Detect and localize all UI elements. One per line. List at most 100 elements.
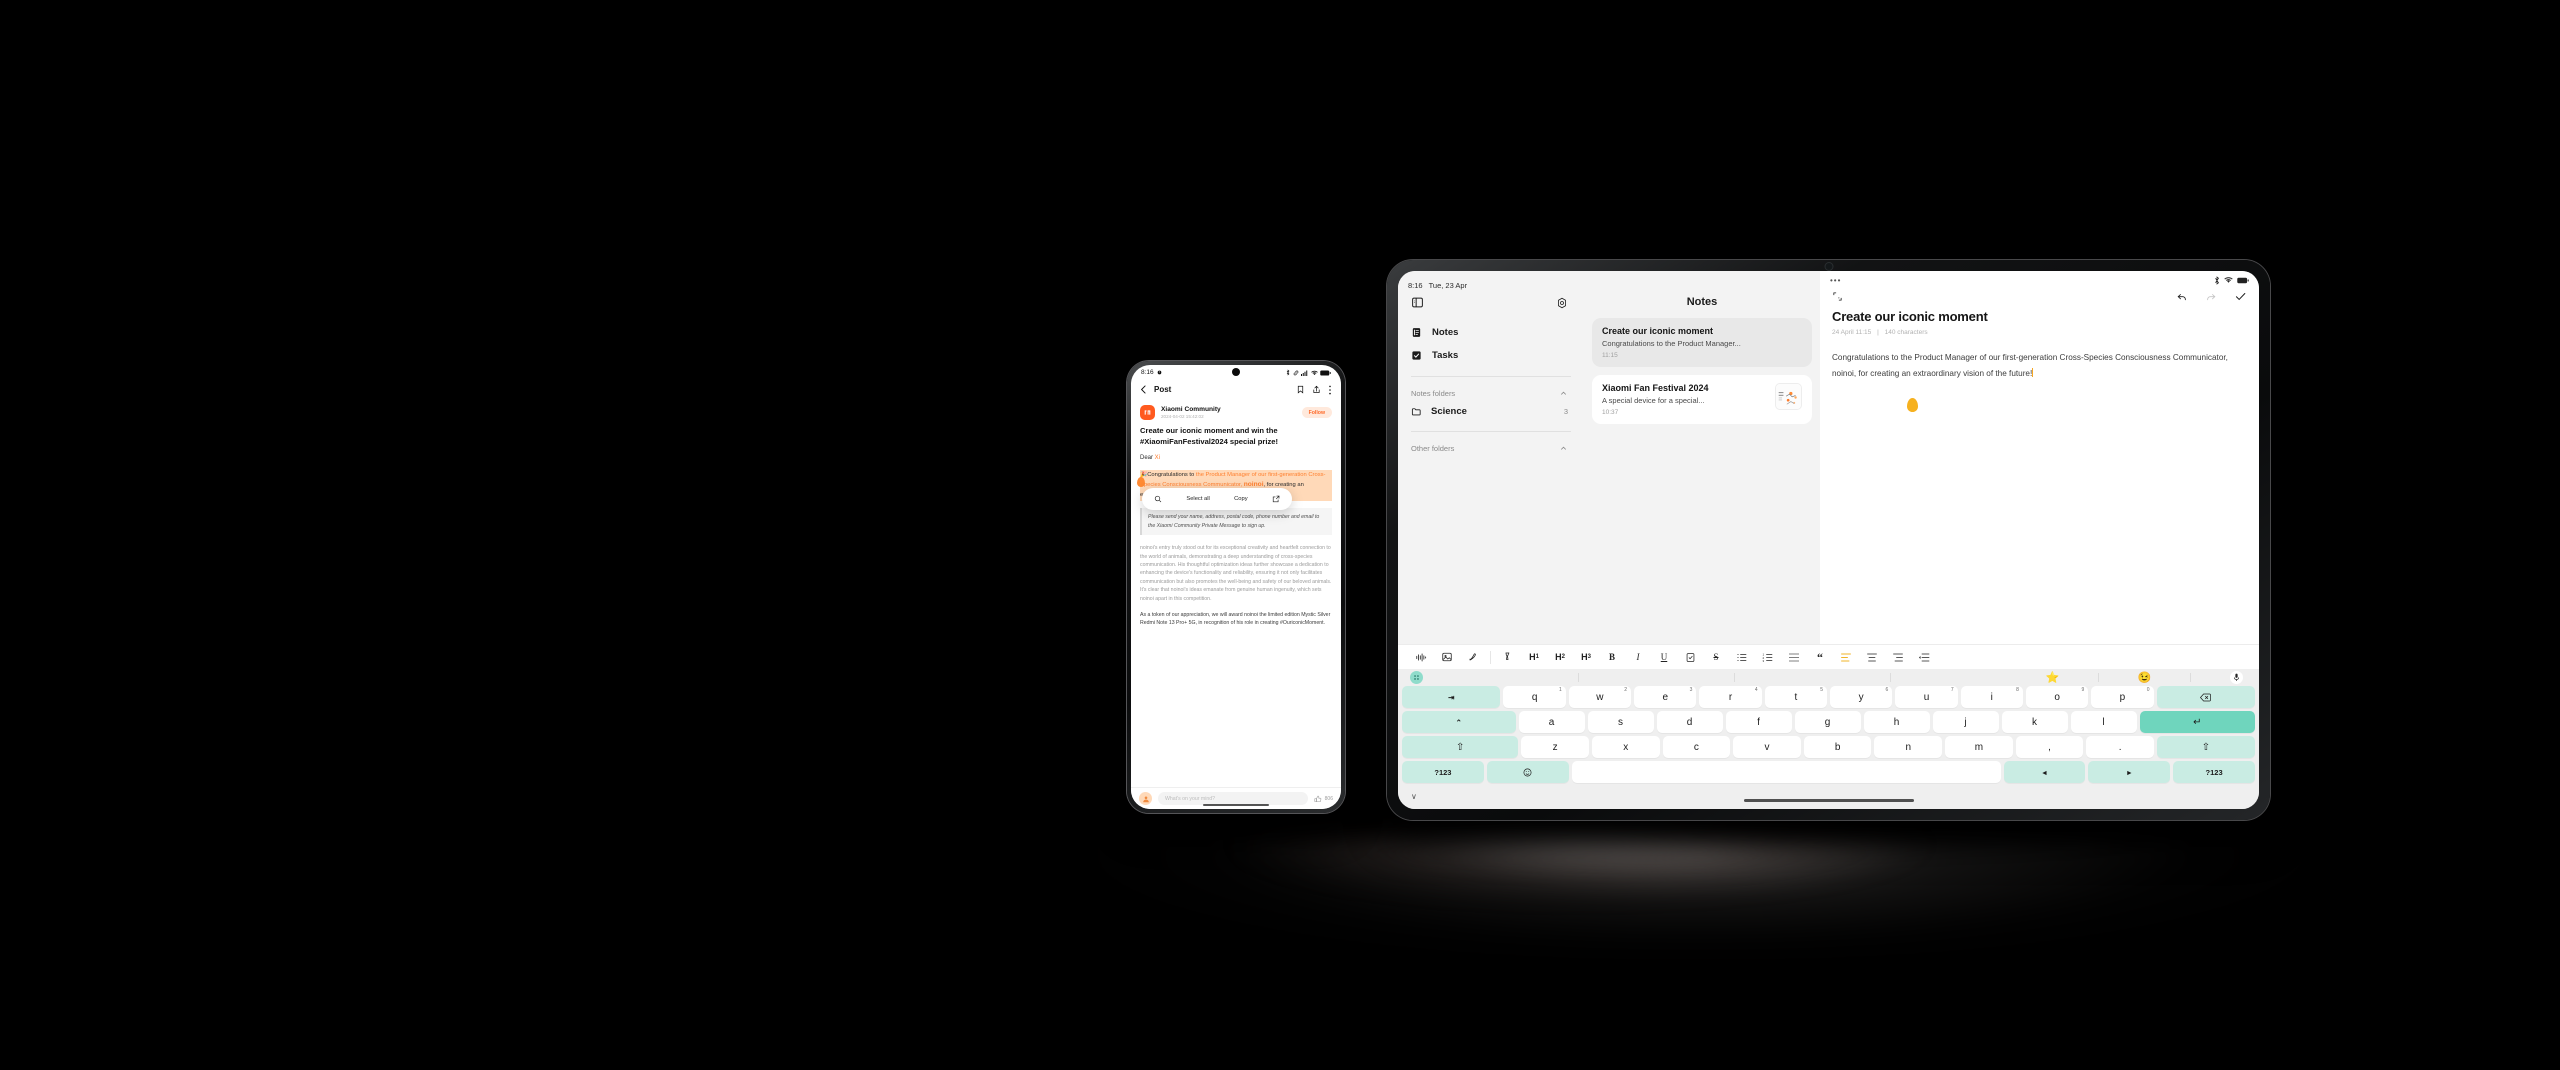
align-right-icon[interactable] [1885,652,1911,663]
note-body-text-wrapper[interactable]: Congratulations to the Product Manager o… [1832,350,2247,412]
heading-1-icon[interactable]: H1 [1521,652,1547,662]
caps-key[interactable]: ⌃ [1402,711,1516,733]
like-count: 806 [1324,795,1333,802]
bullet-list-icon[interactable] [1729,652,1755,663]
tab-key[interactable]: ⇥ [1402,686,1501,708]
image-icon[interactable] [1434,651,1460,663]
cursor-right-key[interactable]: ▸ [2088,761,2171,783]
sidebar-folder-science[interactable]: Science 3 [1398,401,1584,422]
heading-3-icon[interactable]: H3 [1573,652,1599,662]
key-e[interactable]: e3 [1634,686,1697,708]
key-comma[interactable]: , [2015,736,2084,758]
underline-icon[interactable]: U [1651,652,1677,662]
cursor-left-key[interactable]: ◂ [2003,761,2086,783]
key-j[interactable]: j [1932,711,1999,733]
key-period[interactable]: . [2086,736,2154,758]
key-w[interactable]: w2 [1568,686,1632,708]
undo-icon[interactable] [2176,291,2188,303]
selection-handle-start[interactable] [1137,476,1145,487]
bookmark-icon[interactable] [1296,385,1305,394]
follow-button[interactable]: Follow [1301,407,1332,418]
key-b[interactable]: b [1803,736,1872,758]
copy-button[interactable]: Copy [1234,496,1248,502]
emoji-smiley-icon[interactable]: 😉 [2138,671,2152,684]
chevron-up-icon[interactable] [1559,389,1568,398]
key-a[interactable]: a [1518,711,1585,733]
key-o[interactable]: o9 [2025,686,2089,708]
gear-icon[interactable] [1556,297,1568,309]
sidebar-group-other-folders[interactable]: Other folders [1398,441,1584,456]
key-n[interactable]: n [1874,736,1943,758]
symbols-right-key[interactable]: ?123 [2173,761,2256,783]
more-vertical-icon[interactable] [1328,385,1332,395]
share-icon[interactable] [1312,385,1321,394]
strikethrough-icon[interactable]: S [1703,652,1729,662]
expand-icon[interactable] [1832,291,1843,302]
back-chevron-icon[interactable] [1140,385,1147,394]
key-z[interactable]: z [1521,736,1589,758]
key-i[interactable]: i8 [1960,686,2023,708]
share-external-icon[interactable] [1272,495,1280,503]
key-h[interactable]: h [1863,711,1930,733]
scribble-icon[interactable] [1460,651,1486,663]
panel-toggle-icon[interactable] [1411,296,1424,309]
overflow-dots-icon[interactable]: ••• [1830,276,1841,285]
emoji-key[interactable] [1486,761,1569,783]
search-icon[interactable] [1154,495,1162,503]
key-p[interactable]: p0 [2091,686,2154,708]
tablet-home-indicator[interactable] [1743,799,1914,802]
star-icon[interactable]: ⭐ [2046,671,2060,684]
redo-icon[interactable] [2205,291,2217,303]
key-v[interactable]: v [1733,736,1801,758]
align-center-icon[interactable] [1859,652,1885,663]
post-salutation: Dear Xi [1140,455,1332,461]
chevron-up-icon[interactable] [1559,444,1568,453]
key-y[interactable]: y6 [1830,686,1893,708]
key-t[interactable]: t5 [1764,686,1828,708]
heading-2-icon[interactable]: H2 [1547,652,1573,662]
key-l[interactable]: l [2070,711,2137,733]
key-u[interactable]: u7 [1895,686,1958,708]
phone-home-indicator[interactable] [1203,803,1269,806]
keyboard-grid-icon[interactable] [1410,671,1423,684]
key-k[interactable]: k [2001,711,2068,733]
sidebar-item-tasks[interactable]: Tasks [1398,344,1584,367]
key-f[interactable]: f [1725,711,1792,733]
key-m[interactable]: m [1945,736,2013,758]
dashed-list-icon[interactable] [1781,652,1807,663]
note-editor-panel: ••• Create our iconic moment 24 April 11… [1820,271,2259,644]
key-q[interactable]: q1 [1503,686,1566,708]
select-all-button[interactable]: Select all [1186,496,1210,502]
key-s[interactable]: s [1587,711,1654,733]
enter-key[interactable]: ↵ [2139,711,2256,733]
shift-left-key[interactable]: ⇧ [1402,736,1519,758]
key-d[interactable]: d [1656,711,1723,733]
italic-icon[interactable]: I [1625,652,1651,662]
check-icon[interactable] [2234,290,2247,303]
sidebar-item-notes[interactable]: Notes [1398,321,1584,344]
text-cursor-handle[interactable] [1907,398,1918,412]
key-g[interactable]: g [1794,711,1861,733]
key-c[interactable]: c [1662,736,1731,758]
note-list-item-0[interactable]: Create our iconic moment Congratulations… [1592,318,1812,367]
shift-right-key[interactable]: ⇧ [2156,736,2255,758]
note-editor-content[interactable]: Create our iconic moment 24 April 11:15 … [1820,305,2259,412]
backspace-key[interactable] [2156,686,2256,708]
highlighter-pen-icon[interactable] [1495,651,1521,663]
symbols-left-key[interactable]: ?123 [1402,761,1484,783]
key-r[interactable]: r4 [1699,686,1762,708]
key-x[interactable]: x [1591,736,1660,758]
hide-keyboard-icon[interactable]: ∨ [1398,792,1417,801]
bold-icon[interactable]: B [1599,652,1625,662]
sidebar-group-notes-folders[interactable]: Notes folders [1398,386,1584,401]
note-list-item-1[interactable]: Xiaomi Fan Festival 2024 A special devic… [1592,375,1812,424]
like-button[interactable]: 806 [1314,795,1333,803]
microphone-icon[interactable] [2230,671,2244,684]
align-left-icon[interactable] [1833,652,1859,663]
indent-icon[interactable] [1911,652,1937,663]
numbered-list-icon[interactable]: 123 [1755,652,1781,663]
audio-waveform-icon[interactable] [1408,652,1434,663]
space-key[interactable] [1571,761,2001,783]
user-avatar[interactable] [1139,792,1152,805]
checklist-icon[interactable] [1677,652,1703,663]
